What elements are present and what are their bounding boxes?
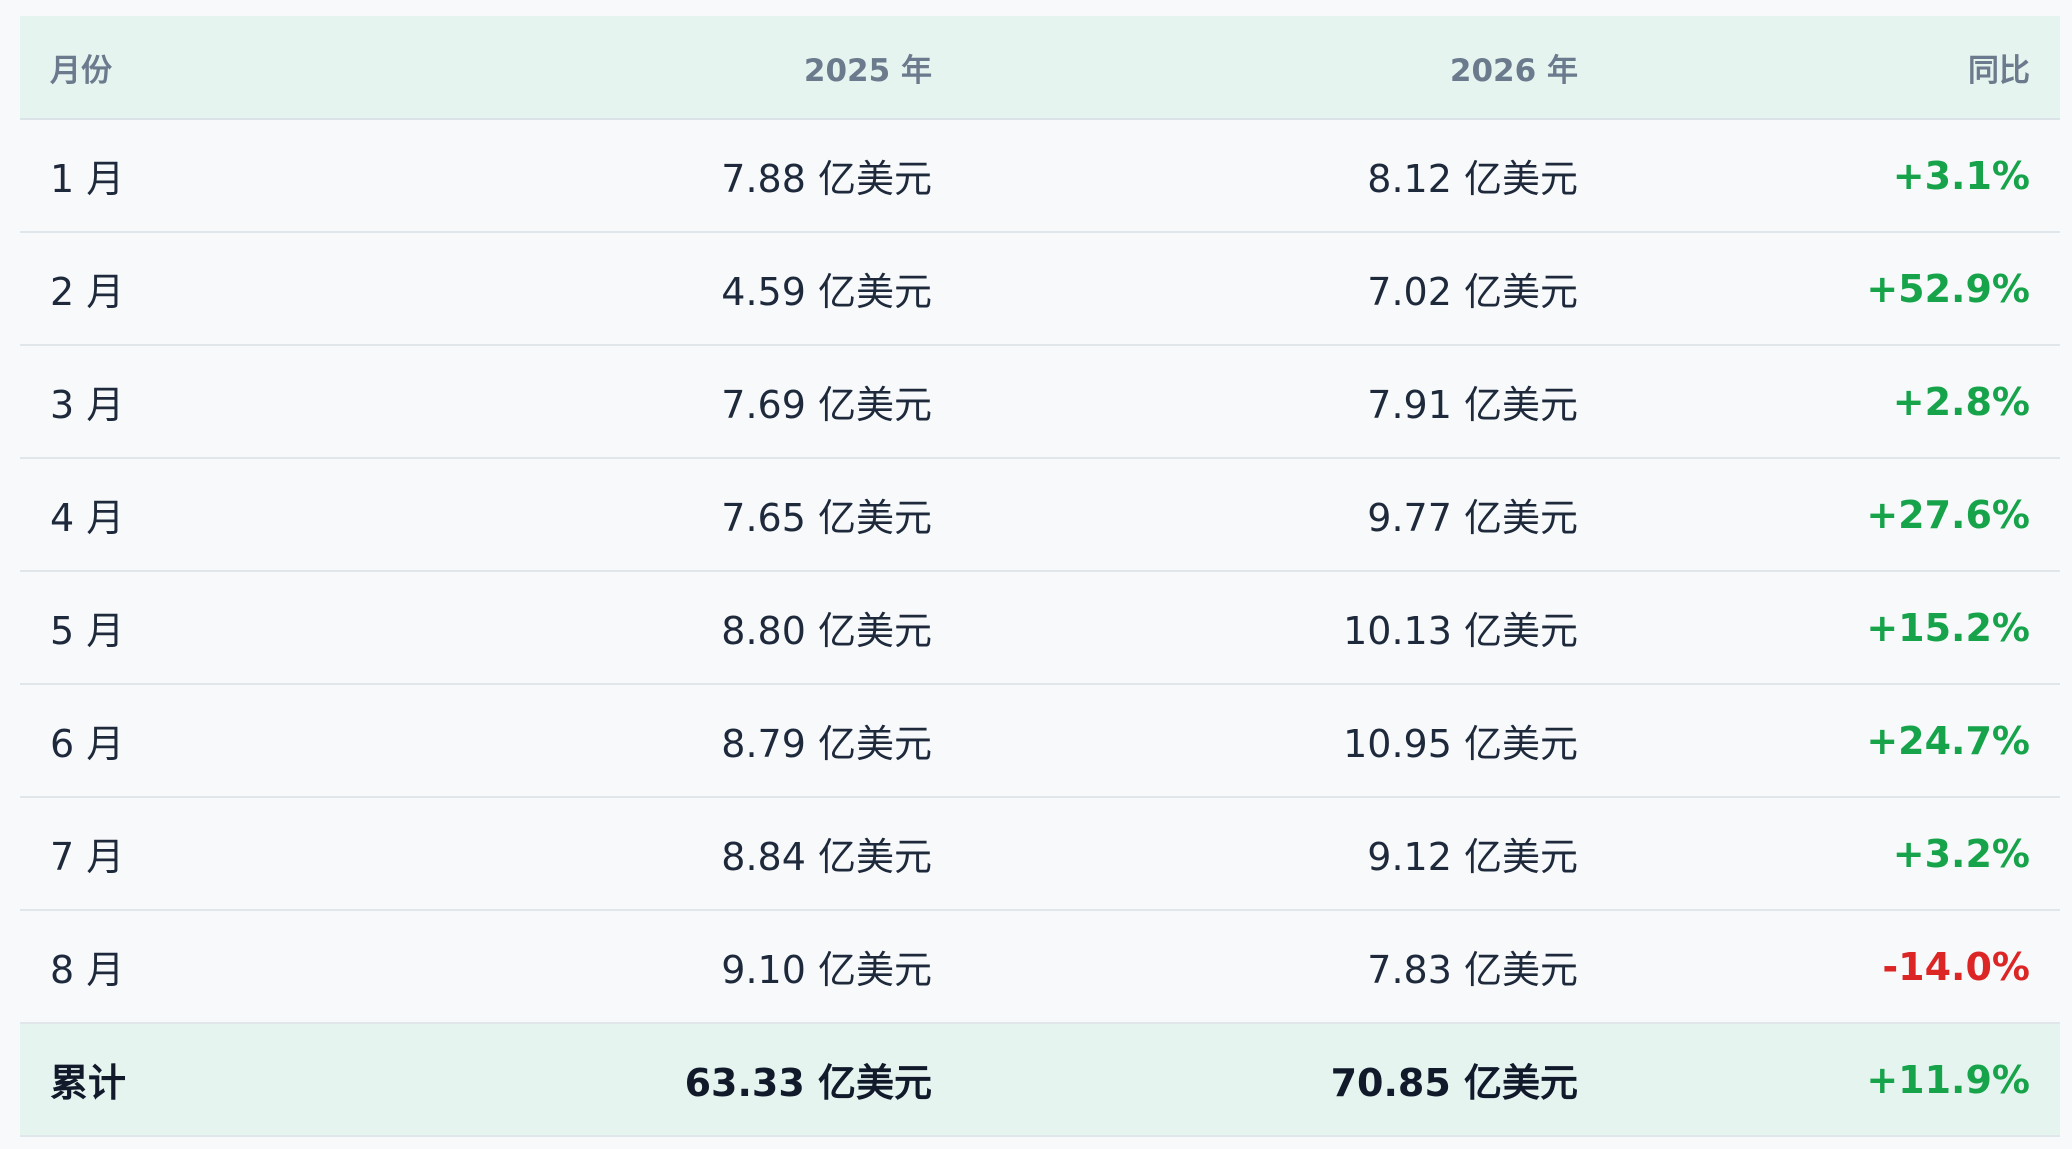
- yoy-cell: -14.0%: [1608, 910, 2060, 1024]
- header-row: 月份 2025 年 2026 年 同比: [20, 16, 2060, 120]
- value-2026-cell: 7.02 亿美元: [962, 232, 1608, 346]
- header-month: 月份: [20, 16, 427, 120]
- monthly-comparison-table-container: 月份 2025 年 2026 年 同比 1 月 7.88 亿美元 8.12 亿美…: [20, 16, 2060, 1137]
- month-cell: 3 月: [20, 345, 427, 459]
- table-row: 6 月 8.79 亿美元 10.95 亿美元 +24.7%: [20, 684, 2060, 798]
- yoy-cell: +27.6%: [1608, 458, 2060, 572]
- value-2025-cell: 7.65 亿美元: [427, 458, 962, 572]
- value-2026-cell: 7.91 亿美元: [962, 345, 1608, 459]
- value-2026-cell: 9.77 亿美元: [962, 458, 1608, 572]
- value-2026-cell: 10.95 亿美元: [962, 684, 1608, 798]
- total-yoy: +11.9%: [1608, 1023, 2060, 1137]
- month-cell: 2 月: [20, 232, 427, 346]
- table-row: 1 月 7.88 亿美元 8.12 亿美元 +3.1%: [20, 119, 2060, 233]
- yoy-cell: +2.8%: [1608, 345, 2060, 459]
- table-header: 月份 2025 年 2026 年 同比: [20, 16, 2060, 120]
- header-2025: 2025 年: [427, 16, 962, 120]
- table-row: 4 月 7.65 亿美元 9.77 亿美元 +27.6%: [20, 458, 2060, 572]
- value-2025-cell: 9.10 亿美元: [427, 910, 962, 1024]
- month-cell: 8 月: [20, 910, 427, 1024]
- header-yoy: 同比: [1608, 16, 2060, 120]
- month-cell: 6 月: [20, 684, 427, 798]
- month-cell: 7 月: [20, 797, 427, 911]
- yoy-cell: +3.1%: [1608, 119, 2060, 233]
- total-label: 累计: [20, 1023, 427, 1137]
- value-2025-cell: 4.59 亿美元: [427, 232, 962, 346]
- yoy-cell: +15.2%: [1608, 571, 2060, 685]
- value-2026-cell: 7.83 亿美元: [962, 910, 1608, 1024]
- total-row: 累计 63.33 亿美元 70.85 亿美元 +11.9%: [20, 1023, 2060, 1137]
- month-cell: 1 月: [20, 119, 427, 233]
- yoy-cell: +52.9%: [1608, 232, 2060, 346]
- value-2026-cell: 8.12 亿美元: [962, 119, 1608, 233]
- table-row: 8 月 9.10 亿美元 7.83 亿美元 -14.0%: [20, 910, 2060, 1024]
- total-2025: 63.33 亿美元: [427, 1023, 962, 1137]
- value-2025-cell: 7.88 亿美元: [427, 119, 962, 233]
- value-2025-cell: 8.84 亿美元: [427, 797, 962, 911]
- table-row: 5 月 8.80 亿美元 10.13 亿美元 +15.2%: [20, 571, 2060, 685]
- value-2025-cell: 8.80 亿美元: [427, 571, 962, 685]
- table-body: 1 月 7.88 亿美元 8.12 亿美元 +3.1% 2 月 4.59 亿美元…: [20, 119, 2060, 1137]
- value-2025-cell: 8.79 亿美元: [427, 684, 962, 798]
- table-row: 3 月 7.69 亿美元 7.91 亿美元 +2.8%: [20, 345, 2060, 459]
- value-2026-cell: 9.12 亿美元: [962, 797, 1608, 911]
- monthly-comparison-table: 月份 2025 年 2026 年 同比 1 月 7.88 亿美元 8.12 亿美…: [20, 16, 2060, 1137]
- yoy-cell: +3.2%: [1608, 797, 2060, 911]
- total-2026: 70.85 亿美元: [962, 1023, 1608, 1137]
- month-cell: 5 月: [20, 571, 427, 685]
- month-cell: 4 月: [20, 458, 427, 572]
- table-row: 7 月 8.84 亿美元 9.12 亿美元 +3.2%: [20, 797, 2060, 911]
- table-row: 2 月 4.59 亿美元 7.02 亿美元 +52.9%: [20, 232, 2060, 346]
- yoy-cell: +24.7%: [1608, 684, 2060, 798]
- value-2025-cell: 7.69 亿美元: [427, 345, 962, 459]
- header-2026: 2026 年: [962, 16, 1608, 120]
- value-2026-cell: 10.13 亿美元: [962, 571, 1608, 685]
